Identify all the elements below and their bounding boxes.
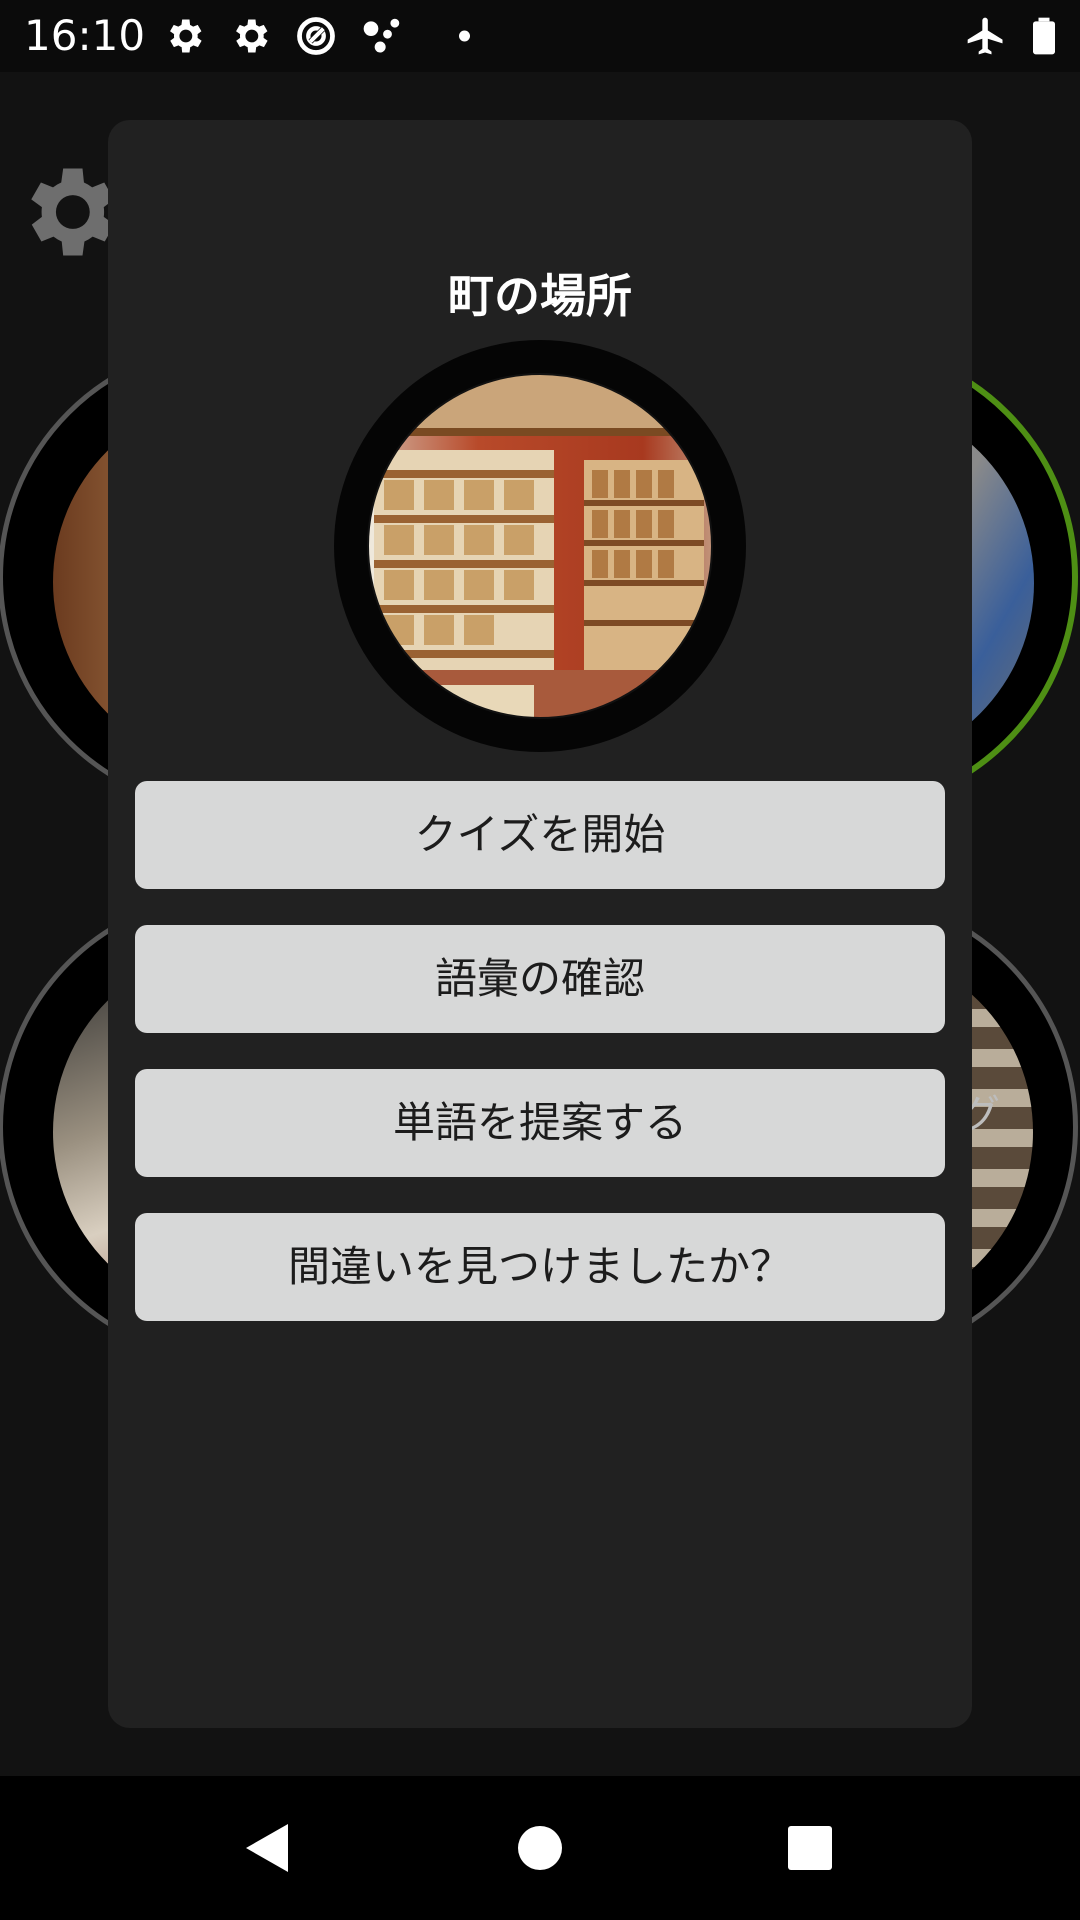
app-screen: 16:10 グ 町の場所 クイズを開始 語彙の確認 単語を提案する 間違いを見つ… — [0, 0, 1080, 1920]
start-quiz-button[interactable]: クイズを開始 — [135, 781, 945, 889]
status-time: 16:10 — [24, 11, 146, 60]
dialog-title: 町の場所 — [448, 269, 632, 323]
data-saver-icon — [297, 17, 335, 55]
navigation-bar — [0, 1776, 1080, 1920]
settings-icon — [236, 19, 268, 53]
bakery-shelves-photo — [367, 373, 713, 719]
settings-icon — [170, 19, 202, 53]
vocabulary-review-button[interactable]: 語彙の確認 — [135, 925, 945, 1033]
assistant-dots-icon — [363, 18, 400, 53]
status-bar: 16:10 — [0, 0, 1080, 72]
recents-icon[interactable] — [760, 1798, 860, 1898]
notification-dot-icon — [459, 30, 470, 42]
back-icon[interactable] — [218, 1798, 318, 1898]
battery-icon — [1033, 17, 1055, 55]
home-icon[interactable] — [490, 1798, 590, 1898]
airplane-mode-icon — [967, 17, 1003, 55]
category-image — [334, 340, 746, 752]
suggest-word-button[interactable]: 単語を提案する — [135, 1069, 945, 1177]
report-mistake-button[interactable]: 間違いを見つけましたか？ — [135, 1213, 945, 1321]
